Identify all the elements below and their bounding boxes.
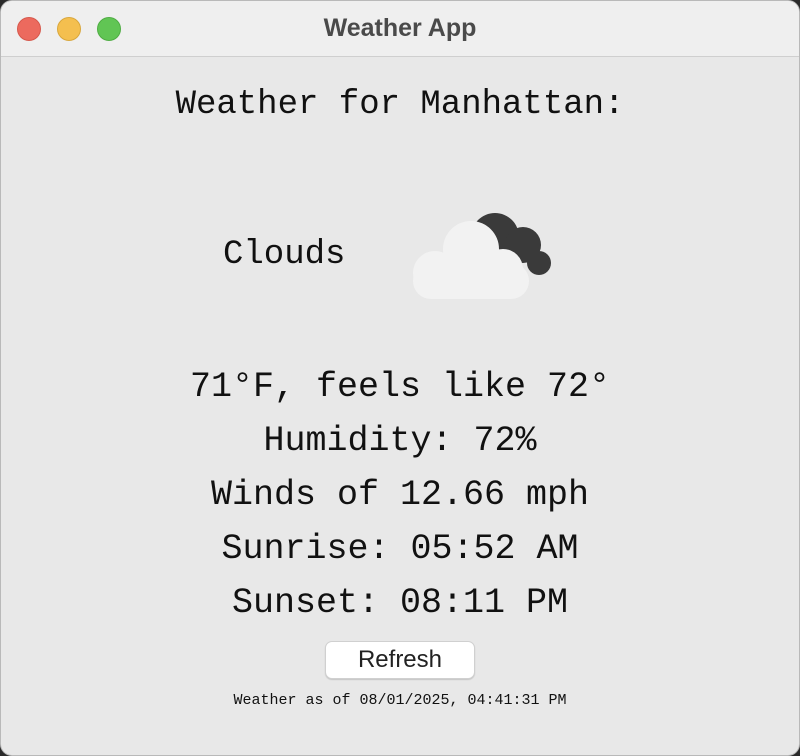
location-heading: Weather for Manhattan: [175, 86, 625, 124]
window-title: Weather App [323, 14, 477, 42]
title-bar[interactable]: Weather App [1, 1, 799, 57]
clouds-icon [413, 213, 551, 299]
weather-app-window: Weather App Weather for Manhattan: Cloud… [0, 0, 800, 756]
temperature-text: 71°F, feels like 72° [189, 367, 611, 407]
refresh-button[interactable]: Refresh [325, 641, 475, 679]
sunrise-text: Sunrise: 05:52 AM [221, 529, 579, 569]
last-updated-timestamp: Weather as of 08/01/2025, 04:41:31 PM [233, 692, 567, 709]
weather-condition: Clouds [223, 236, 346, 274]
humidity-text: Humidity: 72% [263, 421, 537, 461]
sunset-text: Sunset: 08:11 PM [231, 583, 569, 623]
wind-text: Winds of 12.66 mph [210, 475, 590, 515]
